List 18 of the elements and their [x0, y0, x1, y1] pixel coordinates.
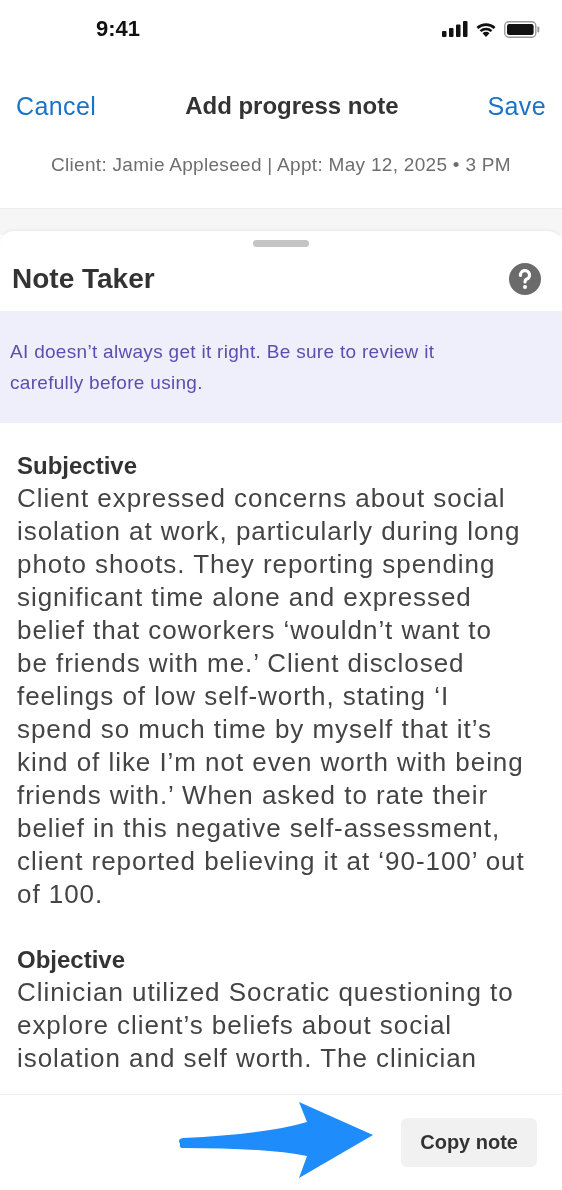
copy-note-button[interactable]: Copy note	[401, 1118, 537, 1167]
appointment-info: Client: Jamie Appleseed | Appt: May 12, 2025 • 3 PM	[50, 154, 512, 177]
save-button[interactable]: Save	[487, 91, 546, 121]
drag-handle[interactable]	[253, 240, 309, 247]
sheet-title: Note Taker	[12, 263, 155, 295]
cancel-button[interactable]: Cancel	[16, 91, 97, 121]
section-heading: Subjective	[17, 451, 139, 481]
wifi-icon	[475, 21, 497, 37]
help-button[interactable]	[509, 263, 541, 295]
section-text: Client expressed concerns about social isolation at work, particularly during long photo shoots. They reporting spending significant time alone and expressed belief that coworkers ‘wouldn’t want to be friends with me.’ Client disclosed feelings of low self-worth, stating ‘I spend so much time by myself that it’s kind of like I’m not even worth with being friends with.’ When asked to rate their belief in this negative self-assessment, client reported believing it at ‘90-100’ out of 100.	[17, 482, 526, 911]
status-time: 9:41	[96, 16, 141, 42]
signal-icon	[442, 21, 468, 37]
help-icon	[509, 263, 541, 295]
section-heading: Objective	[17, 945, 127, 975]
section-text: Clinician utilized Socratic questioning to explore client’s beliefs about social isolation and self worth. The clinician	[17, 976, 515, 1075]
ai-warning-banner: AI doesn’t always get it right. Be sure to review it carefully before using.	[0, 311, 562, 423]
screen-title: Add progress note	[185, 92, 399, 120]
battery-icon	[504, 20, 540, 38]
